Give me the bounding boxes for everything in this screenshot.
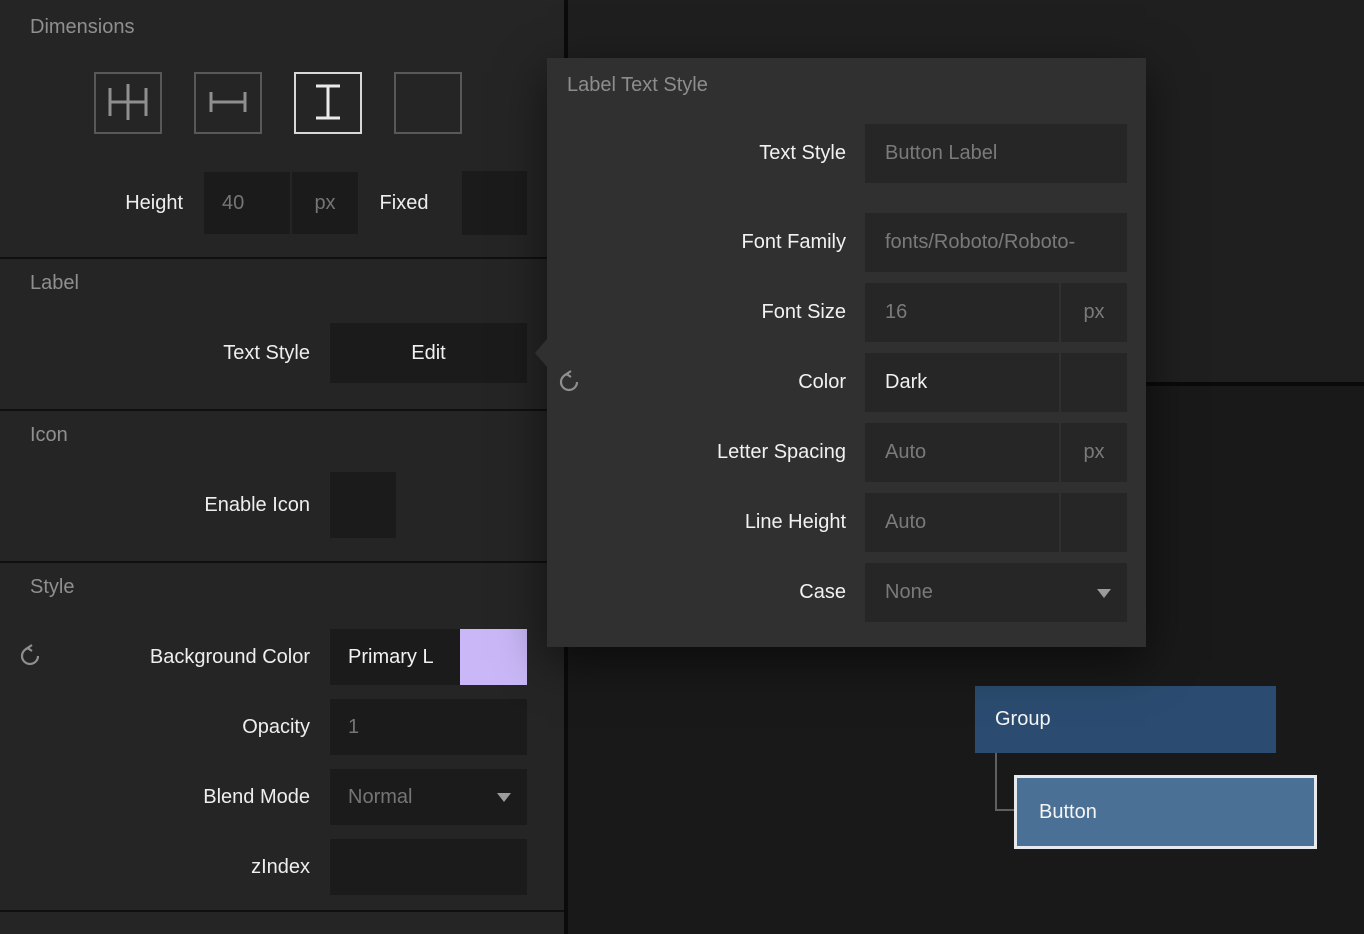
size-height-icon <box>306 82 350 125</box>
style-section-title: Style <box>30 576 74 599</box>
blend-mode-dropdown[interactable]: Normal <box>330 769 527 825</box>
field-label-font-size: Font Size <box>547 283 846 342</box>
icon-section-title: Icon <box>30 424 68 447</box>
color-unit-box <box>1059 353 1127 412</box>
size-mode-width-button[interactable] <box>194 72 262 134</box>
case-value: None <box>865 563 1127 622</box>
text-style-name-value: Button Label <box>865 124 1127 183</box>
font-size-input[interactable]: 16 px <box>865 283 1127 342</box>
inspector-panel: Dimensions Height 40 px Fixed <box>0 0 568 934</box>
field-label-font-family: Font Family <box>547 213 846 272</box>
text-style-name-input[interactable]: Button Label <box>865 124 1127 183</box>
field-label-letter-spacing: Letter Spacing <box>547 423 846 482</box>
size-width-icon <box>206 82 250 125</box>
color-value: Dark <box>865 353 1059 412</box>
background-color-button[interactable]: Primary L <box>330 629 527 685</box>
zindex-label: zIndex <box>20 839 310 895</box>
font-size-value: 16 <box>865 283 1059 342</box>
size-mode-width-height-button[interactable] <box>94 72 162 134</box>
color-input[interactable]: Dark <box>865 353 1127 412</box>
enable-icon-label: Enable Icon <box>20 472 310 538</box>
font-family-value: fonts/Roboto/Roboto- <box>865 213 1127 272</box>
size-mode-height-button[interactable] <box>294 72 362 134</box>
field-label-color: Color <box>547 353 846 412</box>
tree-connector <box>995 753 997 811</box>
font-family-input[interactable]: fonts/Roboto/Roboto- <box>865 213 1127 272</box>
field-label-line-height: Line Height <box>547 493 846 552</box>
label-text-style-popover: Label Text Style Text Style Button Label… <box>547 58 1146 647</box>
height-unit-label: px <box>292 172 358 234</box>
background-color-swatch[interactable] <box>460 629 527 685</box>
line-height-unit-box <box>1059 493 1127 552</box>
blend-mode-label: Blend Mode <box>20 769 310 825</box>
size-width-height-icon <box>106 82 150 125</box>
layer-node-group[interactable]: Group <box>975 686 1276 753</box>
layer-node-button[interactable]: Button <box>1014 775 1317 849</box>
zindex-input[interactable] <box>330 839 527 895</box>
line-height-value: Auto <box>865 493 1059 552</box>
section-divider <box>0 257 564 259</box>
enable-icon-checkbox[interactable] <box>330 472 396 538</box>
line-height-input[interactable]: Auto <box>865 493 1127 552</box>
letter-spacing-value: Auto <box>865 423 1059 482</box>
field-label-case: Case <box>547 563 846 622</box>
letter-spacing-input[interactable]: Auto px <box>865 423 1127 482</box>
size-mode-none-button[interactable] <box>394 72 462 134</box>
section-divider <box>0 910 564 912</box>
section-divider <box>0 561 564 563</box>
popover-caret <box>535 339 547 367</box>
dimensions-section-title: Dimensions <box>30 16 134 39</box>
case-dropdown[interactable]: None <box>865 563 1127 622</box>
background-color-value: Primary L <box>330 629 460 685</box>
height-label: Height <box>20 172 183 234</box>
opacity-input[interactable]: 1 <box>330 699 527 755</box>
chevron-down-icon <box>497 793 511 802</box>
text-style-edit-button[interactable]: Edit <box>330 323 527 383</box>
text-style-label: Text Style <box>20 323 310 383</box>
opacity-value: 1 <box>330 699 527 755</box>
fixed-label: Fixed <box>362 172 446 234</box>
field-label-text-style: Text Style <box>547 124 846 183</box>
background-color-label: Background Color <box>20 629 310 685</box>
letter-spacing-unit-label: px <box>1059 423 1127 482</box>
font-size-unit-label: px <box>1059 283 1127 342</box>
height-input[interactable]: 40 <box>204 172 290 234</box>
section-divider <box>0 409 564 411</box>
popover-title: Label Text Style <box>567 74 708 97</box>
chevron-down-icon <box>1097 589 1111 598</box>
fixed-checkbox[interactable] <box>462 171 527 235</box>
label-section-title: Label <box>30 272 79 295</box>
tree-connector <box>995 809 1015 811</box>
opacity-label: Opacity <box>20 699 310 755</box>
